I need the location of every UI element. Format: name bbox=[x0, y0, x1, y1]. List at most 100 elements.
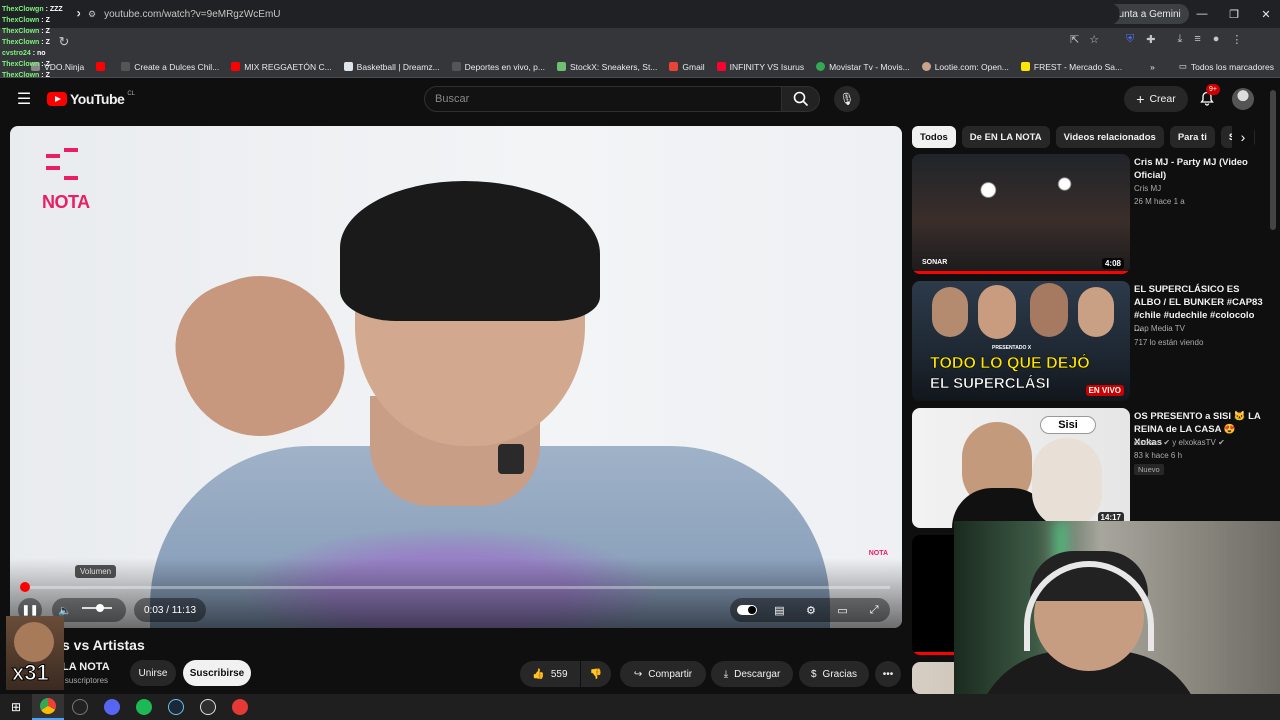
close-window-button[interactable]: ✕ bbox=[1250, 0, 1280, 28]
windows-start-icon[interactable]: ⊞ bbox=[0, 694, 32, 720]
reading-list-icon[interactable]: ≡ bbox=[1194, 33, 1200, 46]
live-badge: EN VIVO bbox=[1085, 385, 1124, 396]
chevron-right-icon[interactable]: › bbox=[1232, 126, 1254, 148]
recommendation-item[interactable]: PRESENTADO X TODO LO QUE DEJÓ EL SUPERCL… bbox=[912, 281, 1272, 401]
bookmark-star-icon[interactable]: ☆ bbox=[1089, 33, 1099, 46]
recommendation-item[interactable]: Sisi 14:17 OS PRESENTO a SISI 🐱 LA REINA… bbox=[912, 408, 1272, 528]
app-icon[interactable] bbox=[64, 694, 96, 720]
bookmark-item[interactable]: Create a Dulces Chil... bbox=[115, 62, 225, 72]
download-icon[interactable]: ⤓ bbox=[1177, 33, 1182, 46]
obs-icon[interactable] bbox=[192, 694, 224, 720]
subscribe-label: Suscribirse bbox=[189, 667, 245, 679]
video-thumbnail[interactable]: PRESENTADO X TODO LO QUE DEJÓ EL SUPERCL… bbox=[912, 281, 1130, 401]
chip-all[interactable]: Todos bbox=[912, 126, 956, 148]
bookmark-item[interactable]: FREST - Mercado Sa... bbox=[1015, 62, 1128, 72]
rec-meta: 83 k hace 6 h bbox=[1134, 451, 1183, 460]
bookmark-item[interactable]: MIX REGGAETÓN C... bbox=[225, 62, 337, 72]
video-thumbnail[interactable]: Sisi 14:17 bbox=[912, 408, 1130, 528]
bookmarks-bar: VDO.Ninja Create a Dulces Chil... MIX RE… bbox=[0, 56, 1280, 78]
bookmark-item[interactable]: Basketball | Dreamz... bbox=[338, 62, 446, 72]
bookmark-item[interactable]: Gmail bbox=[663, 62, 710, 72]
search-button[interactable] bbox=[782, 86, 820, 112]
rec-channel[interactable]: Cris MJ bbox=[1134, 184, 1161, 193]
dislike-button[interactable]: 👎 bbox=[581, 661, 611, 687]
steam-icon[interactable] bbox=[160, 694, 192, 720]
thanks-label: Gracias bbox=[822, 668, 857, 680]
app-icon[interactable] bbox=[224, 694, 256, 720]
thumb-line1: TODO LO QUE DEJÓ bbox=[930, 355, 1090, 373]
video-frame-lav-mic bbox=[498, 444, 524, 474]
country-code: CL bbox=[127, 91, 135, 97]
theater-mode-icon[interactable]: ▭ bbox=[834, 604, 852, 617]
app-icon[interactable] bbox=[96, 694, 128, 720]
all-bookmarks-folder[interactable]: ▭ Todos los marcadores bbox=[1173, 61, 1280, 72]
thumb-brand: SONAR bbox=[922, 259, 948, 266]
video-frame-hair bbox=[340, 181, 600, 321]
create-button[interactable]: + Crear bbox=[1124, 86, 1188, 112]
chrome-icon[interactable] bbox=[32, 694, 64, 720]
account-avatar[interactable] bbox=[1232, 88, 1254, 110]
download-button[interactable]: ⤓ Descargar bbox=[711, 661, 793, 687]
hamburger-menu-icon[interactable]: ☰ bbox=[14, 89, 34, 109]
more-bookmarks-icon[interactable]: » bbox=[1144, 62, 1161, 72]
youtube-wordmark: YouTube bbox=[70, 91, 125, 107]
spotify-icon[interactable] bbox=[128, 694, 160, 720]
chat-message: no bbox=[37, 50, 46, 57]
subscribe-button[interactable]: Suscribirse bbox=[183, 660, 251, 686]
bookmark-item[interactable]: Movistar Tv - Movis... bbox=[810, 62, 916, 72]
extension-shield-icon[interactable]: ⛨ bbox=[1126, 33, 1134, 46]
bookmark-item[interactable]: Lootie.com: Open... bbox=[916, 62, 1015, 72]
chat-user: ThexClown bbox=[2, 17, 40, 24]
profile-icon[interactable]: ● bbox=[1213, 33, 1220, 46]
menu-kebab-icon[interactable]: ⋮ bbox=[1231, 33, 1242, 46]
subtitles-icon[interactable]: ▤ bbox=[770, 604, 788, 617]
rec-meta: 717 lo están viendo bbox=[1134, 338, 1204, 347]
stream-emote-overlay: x31 bbox=[6, 616, 64, 690]
thanks-button[interactable]: $ Gracias bbox=[799, 661, 869, 687]
download-label: Descargar bbox=[734, 668, 781, 680]
restore-button[interactable]: ❐ bbox=[1218, 0, 1250, 28]
voice-search-button[interactable]: 🎙 bbox=[834, 86, 860, 112]
like-count: 559 bbox=[550, 668, 568, 680]
rec-channel[interactable]: Dap Media TV bbox=[1134, 324, 1185, 333]
progress-bar[interactable] bbox=[20, 582, 890, 592]
site-info-icon[interactable]: ⚙ bbox=[88, 9, 96, 20]
chat-user: ThexClown bbox=[2, 28, 40, 35]
bookmark-item[interactable]: INFINITY VS Isurus bbox=[711, 62, 810, 72]
bookmark-label: Basketball | Dreamz... bbox=[356, 61, 440, 72]
more-actions-button[interactable]: ••• bbox=[875, 661, 901, 687]
install-app-icon[interactable]: ⇱ bbox=[1070, 33, 1079, 46]
thumb-presented: PRESENTADO X bbox=[992, 345, 1032, 351]
chip-related[interactable]: Videos relacionados bbox=[1055, 126, 1164, 148]
youtube-logo[interactable]: YouTube CL bbox=[47, 91, 135, 107]
minimize-button[interactable]: — bbox=[1186, 0, 1218, 28]
settings-gear-icon[interactable]: ⚙ bbox=[802, 604, 820, 617]
volume-knob[interactable] bbox=[96, 604, 104, 612]
rec-channel[interactable]: elxokas ✔ y elxokasTV ✔ bbox=[1134, 438, 1225, 447]
volume-icon[interactable]: 🔈 bbox=[58, 604, 72, 617]
chat-user: ThexClown bbox=[2, 72, 40, 79]
microphone-icon: 🎙 bbox=[839, 92, 855, 106]
extensions-puzzle-icon[interactable]: ✚ bbox=[1146, 33, 1155, 46]
bookmark-item[interactable]: StockX: Sneakers, St... bbox=[551, 62, 663, 72]
bookmark-label: Gmail bbox=[682, 61, 705, 72]
autoplay-toggle[interactable] bbox=[736, 605, 757, 615]
url-input[interactable]: ⚙ youtube.com/watch?v=9eMRgzWcEmU bbox=[80, 3, 1120, 25]
channel-name[interactable]: LA NOTA bbox=[62, 661, 110, 673]
search-input[interactable]: Buscar bbox=[424, 86, 782, 112]
chip-for-you[interactable]: Para ti bbox=[1169, 126, 1215, 148]
bookmark-item[interactable]: Deportes en vivo, p... bbox=[446, 62, 551, 72]
chip-from-channel[interactable]: De EN LA NOTA bbox=[961, 126, 1050, 148]
chat-message: Z bbox=[45, 28, 50, 35]
share-button[interactable]: ↪ Compartir bbox=[620, 661, 706, 687]
like-button[interactable]: 👍 559 bbox=[520, 661, 580, 687]
video-player[interactable]: NOTA NOTA Volumen ❚❚ 🔈 0:03 / 11:13 ▤ ⚙ … bbox=[10, 126, 902, 628]
bookmark-item[interactable] bbox=[90, 62, 115, 71]
recommendation-item[interactable]: SONAR 4:08 Cris MJ - Party MJ (Video Ofi… bbox=[912, 154, 1272, 274]
volume-slider[interactable] bbox=[82, 604, 112, 612]
chat-user: cvstro24 bbox=[2, 50, 31, 57]
page-scrollbar[interactable] bbox=[1270, 90, 1276, 230]
join-button[interactable]: Unirse bbox=[130, 660, 176, 686]
fullscreen-icon[interactable]: ⤢ bbox=[865, 604, 883, 617]
video-thumbnail[interactable]: SONAR 4:08 bbox=[912, 154, 1130, 274]
